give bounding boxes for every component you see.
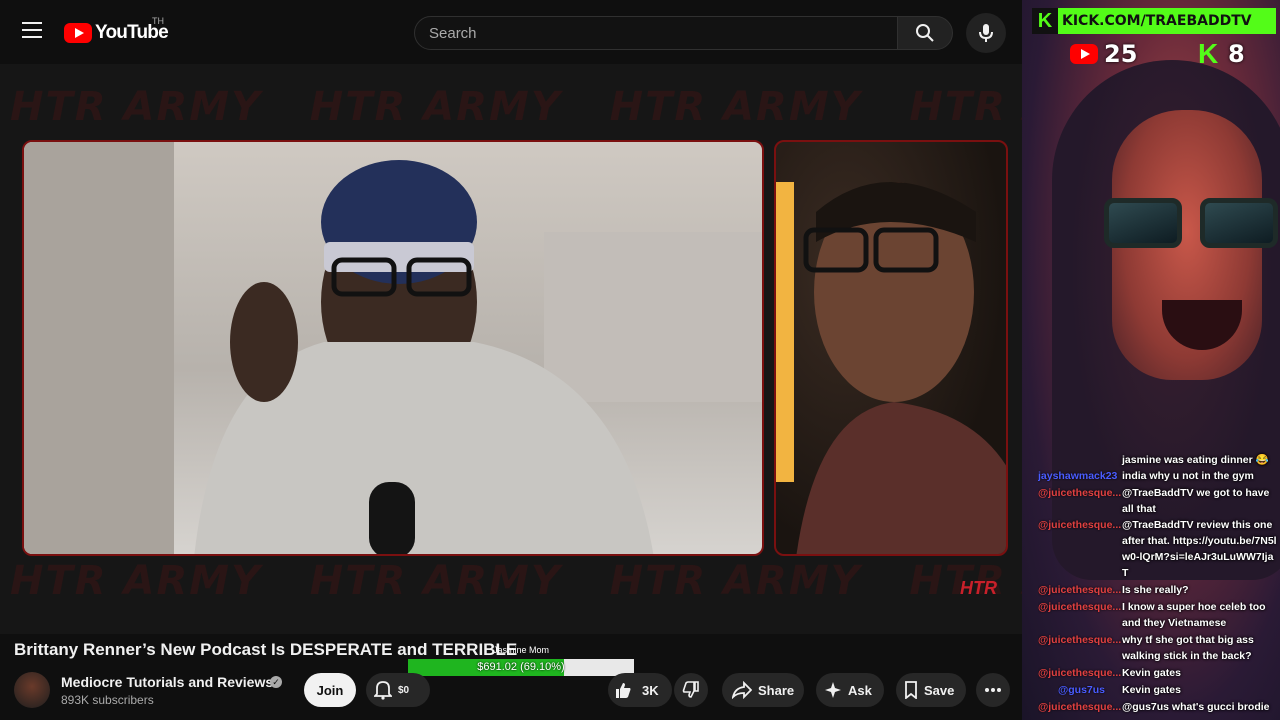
join-button[interactable]: Join bbox=[304, 673, 356, 707]
more-actions-button[interactable] bbox=[976, 673, 1010, 707]
chat-text: india why u not in the gym bbox=[1122, 470, 1254, 482]
thumbs-up-icon bbox=[616, 683, 631, 698]
logo-region: TH bbox=[152, 16, 164, 26]
htr-badge: HTR bbox=[960, 578, 997, 598]
save-button[interactable]: Save bbox=[896, 673, 966, 707]
search-placeholder: Search bbox=[429, 24, 477, 42]
video-player[interactable]: HTR ARMY HTR ARMY HTR ARMY HTR ARMY HTR … bbox=[0, 64, 1022, 634]
chat-username: @juicethesque... bbox=[1038, 634, 1122, 646]
microphone-icon bbox=[979, 24, 993, 42]
chat-username: @juicethesque... bbox=[1038, 601, 1122, 613]
streamer-sunglasses bbox=[1104, 198, 1280, 250]
kick-url: KICK.COM/TRAEBADDTV bbox=[1062, 13, 1252, 29]
goal-amount: $691.02 (69.10%) bbox=[477, 661, 565, 673]
notification-button[interactable]: $0 bbox=[366, 673, 430, 707]
viewer-counts: 25 K 8 bbox=[1032, 40, 1276, 68]
thumbs-down-icon bbox=[682, 681, 699, 698]
share-button[interactable]: Share bbox=[722, 673, 804, 707]
verified-icon: ✓ bbox=[270, 676, 282, 688]
chat-username: @juicethesque... bbox=[1038, 701, 1122, 713]
share-label: Share bbox=[758, 682, 795, 698]
youtube-play-icon bbox=[64, 23, 92, 43]
chat-text: Kevin gates bbox=[1122, 667, 1181, 679]
chat-username: @juicethesque... bbox=[1038, 667, 1122, 679]
like-button[interactable]: 3K bbox=[608, 673, 672, 707]
share-icon bbox=[732, 681, 752, 699]
kick-viewer-count: 8 bbox=[1228, 40, 1245, 68]
bookmark-icon bbox=[905, 681, 917, 699]
youtube-viewer-count: 25 bbox=[1104, 40, 1138, 68]
chat-text: @TraeBaddTV review this one after that. … bbox=[1122, 519, 1277, 579]
donation-goal: Jasmine Mom $691.02 (69.10%) bbox=[408, 645, 634, 677]
chat-text: Is she really? bbox=[1122, 584, 1189, 596]
dislike-button[interactable] bbox=[674, 673, 708, 707]
bell-amount: $0 bbox=[398, 684, 410, 696]
kick-banner: K KICK.COM/TRAEBADDTV bbox=[1032, 8, 1276, 34]
voice-search-button[interactable] bbox=[966, 13, 1006, 53]
chat-text: @TraeBaddTV we got to have all that bbox=[1122, 487, 1270, 515]
channel-name[interactable]: Mediocre Tutorials and Reviews bbox=[61, 674, 273, 690]
chat-username: @gus7us bbox=[1058, 684, 1105, 696]
watermark-top: HTR ARMY HTR ARMY HTR ARMY HTR ARMY bbox=[10, 84, 1022, 130]
goal-label: Jasmine Mom bbox=[492, 645, 549, 655]
guest-camera bbox=[774, 140, 1008, 556]
channel-avatar[interactable] bbox=[14, 672, 50, 708]
search-icon bbox=[916, 24, 934, 42]
more-horizontal-icon bbox=[985, 688, 1001, 692]
chat-text: @gus7us what's gucci brodie bbox=[1122, 701, 1270, 713]
chat-text: I know a super hoe celeb too and they Vi… bbox=[1122, 601, 1266, 629]
menu-icon[interactable] bbox=[22, 22, 42, 40]
youtube-logo[interactable]: YouTube TH bbox=[64, 16, 169, 44]
like-count: 3K bbox=[642, 682, 659, 698]
host-figure bbox=[24, 142, 762, 554]
chat-username: @juicethesque... bbox=[1038, 487, 1122, 499]
bell-icon bbox=[374, 681, 392, 700]
youtube-viewers-icon bbox=[1070, 44, 1098, 64]
subscriber-count: 893K subscribers bbox=[61, 693, 154, 707]
watermark-bottom: HTR ARMY HTR ARMY HTR ARMY HTR ARMY bbox=[10, 558, 1022, 604]
kick-viewers-icon: K bbox=[1198, 38, 1219, 69]
kick-logo-icon: K bbox=[1032, 8, 1058, 34]
chat-overlay: jasmine was eating dinner 😂 jayshawmack2… bbox=[1030, 450, 1280, 720]
sparkle-icon bbox=[825, 682, 841, 698]
chat-text: jasmine was eating dinner 😂 bbox=[1122, 454, 1269, 466]
guest-figure bbox=[776, 182, 1006, 554]
host-camera bbox=[22, 140, 764, 556]
ask-label: Ask bbox=[848, 682, 872, 698]
search-button[interactable] bbox=[897, 16, 953, 50]
chat-text: why tf she got that big ass walking stic… bbox=[1122, 634, 1254, 662]
save-label: Save bbox=[924, 682, 955, 698]
youtube-pane: YouTube TH Search HTR ARMY HTR ARMY HTR … bbox=[0, 0, 1022, 720]
top-bar: YouTube TH Search bbox=[0, 0, 1022, 64]
chat-username: @juicethesque... bbox=[1038, 519, 1122, 531]
chat-username: @juicethesque... bbox=[1038, 584, 1122, 596]
chat-text: Kevin gates bbox=[1122, 684, 1181, 696]
ask-button[interactable]: Ask bbox=[816, 673, 884, 707]
chat-username: jayshawmack23 bbox=[1038, 470, 1118, 482]
search-input[interactable]: Search bbox=[414, 16, 898, 50]
